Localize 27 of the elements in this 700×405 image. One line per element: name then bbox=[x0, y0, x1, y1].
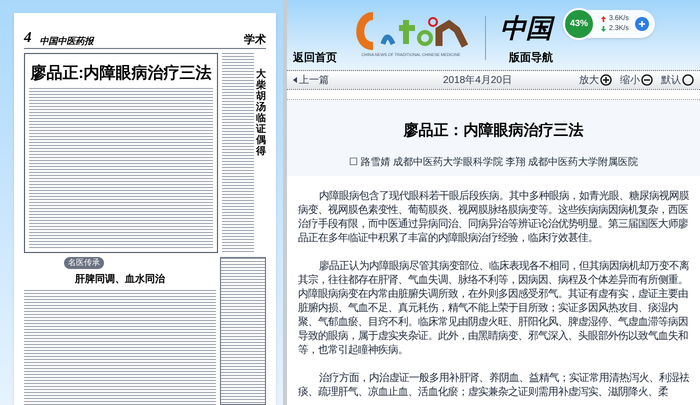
up-arrow-icon bbox=[601, 16, 606, 22]
column-badge: 名医传承 bbox=[64, 257, 104, 269]
previous-article-link[interactable]: 上一篇 bbox=[293, 72, 443, 88]
plus-circle-icon bbox=[600, 74, 612, 86]
page-number: 4 bbox=[24, 31, 32, 46]
article-title: 廖品正：内障眼病治疗三法 bbox=[404, 121, 584, 141]
zoom-control[interactable]: 缩小 bbox=[620, 72, 653, 88]
plus-icon[interactable] bbox=[634, 17, 649, 31]
article-byline: ☐ 路雪婧 成都中医药大学眼科学院 李翔 成都中医药大学附属医院 bbox=[349, 156, 638, 170]
second-headline: 肝脾同调、血水同治 bbox=[74, 272, 166, 287]
lead-headline: 廖品正:内障眼病治疗三法 bbox=[29, 64, 213, 84]
newspaper-masthead: 中国中医药报 bbox=[40, 37, 94, 46]
circle-icon bbox=[682, 74, 694, 86]
zoom-control[interactable]: 放大 bbox=[579, 72, 612, 88]
home-link[interactable]: 返回首页 bbox=[293, 50, 337, 66]
minus-circle-icon bbox=[641, 74, 653, 86]
zoom-control[interactable]: 默认 bbox=[661, 72, 694, 88]
article-paragraph: 治疗方面，内治虚证一般多用补肝肾、养阴血、益精气；实证常用清热泻火、利湿祛痰、疏理肝气、凉血止血、活血化瘀；虚实兼杂之证则需用补虚泻实、滋阴降火、柔 bbox=[298, 372, 689, 400]
section-title: 学术 bbox=[244, 35, 266, 46]
article-paragraph: 廖品正认为内障眼病尽管其病变部位、临床表现各不相同，但其病因病机却万变不离其宗，往往都存在肝肾、气血失调、脉络不利等，因病因、病程及个体差异而有所侧重。内障眼病病变在内常由脏腑失调所致，在外则多因感受邪气。其证有虚有实，虚证主要由脏腑内损、气血不足、真元耗伤，精气不能上荣于目所致；实证多因风热攻目、痰湿内聚、气郁血瘀、目窍不利。临床常见由阴虚火旺、肝阳化风、脾虚湿停、气虚血滞等病因导致的眼病，属于虚实夹杂证。此外，由黑睛病变、邪气深入、头眼部外伤以致气血失和等，也常引起瞳神疾病。 bbox=[298, 260, 689, 358]
side-headline: 大柴胡汤临证偶得 bbox=[256, 69, 266, 159]
left-triangle-icon bbox=[293, 77, 297, 83]
down-arrow-icon bbox=[601, 26, 606, 32]
article-paragraph: 内障眼病包含了现代眼科若干眼后段疾病。其中多种眼病，如青光眼、糖尿病视网膜病变、视网膜色素变性、葡萄膜炎、视网膜脉络膜病变等。这些疾病病因病机复杂，西医治疗手段有限，而中医通过异病同治、同病异治等辨证论治优势明显。第三届国医大师廖品正在多年临证中积累了丰富的内障眼病治疗经验，临床疗效甚佳。 bbox=[298, 190, 689, 246]
usage-percent: 43% bbox=[570, 17, 588, 30]
page-nav-link[interactable]: 版面导航 bbox=[509, 50, 553, 66]
date-label: 2018年4月20日 bbox=[443, 74, 513, 88]
